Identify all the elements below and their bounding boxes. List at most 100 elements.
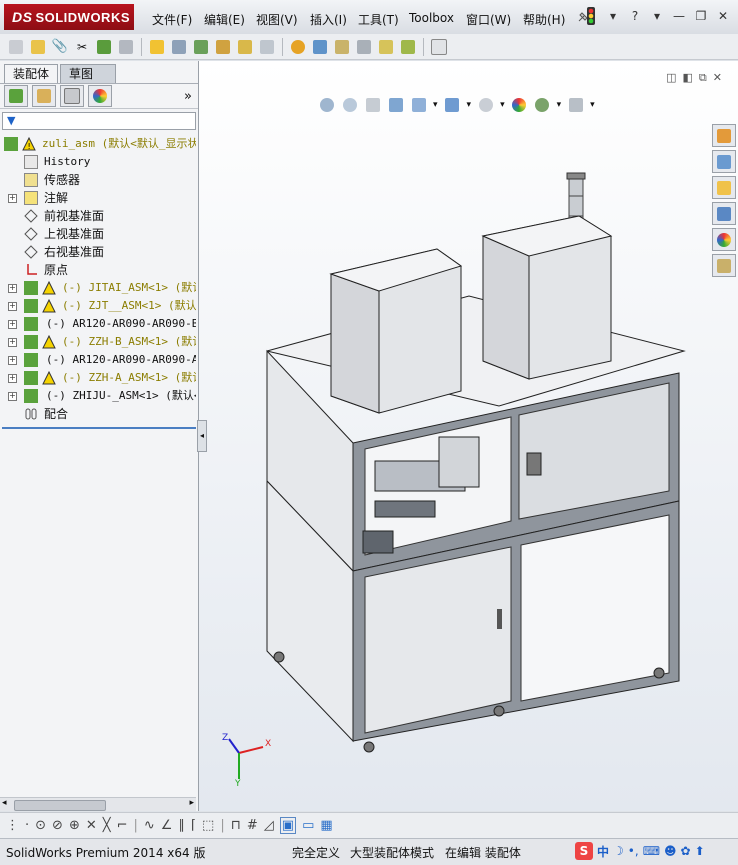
user-icon[interactable]: ☻ bbox=[664, 844, 677, 858]
open-folder-icon[interactable] bbox=[28, 37, 48, 57]
rebuild-icon[interactable] bbox=[147, 37, 167, 57]
move-component-icon[interactable] bbox=[213, 37, 233, 57]
box-3d-icon[interactable]: ▣ bbox=[279, 817, 297, 834]
panel-collapse-handle[interactable]: ◂ bbox=[197, 420, 207, 452]
paperclip-icon[interactable]: 📎 bbox=[50, 37, 70, 57]
dropdown-arrow-icon[interactable]: ▾ bbox=[557, 100, 562, 110]
polygon-icon[interactable]: ⊘ bbox=[52, 818, 63, 833]
tree-item-sensors[interactable]: 传感器 bbox=[0, 171, 196, 189]
new-document-icon[interactable] bbox=[6, 37, 26, 57]
scroll-right-icon[interactable]: ▸ bbox=[189, 798, 194, 808]
custom-properties-icon[interactable] bbox=[712, 254, 736, 277]
dimension-icon[interactable]: ⊓ bbox=[231, 818, 241, 833]
sketch-icon[interactable] bbox=[332, 37, 352, 57]
menu-window[interactable]: 窗口(W) bbox=[466, 11, 511, 28]
interference-icon[interactable] bbox=[398, 37, 418, 57]
file-explorer-icon[interactable] bbox=[712, 176, 736, 199]
sogou-ime-icon[interactable]: S bbox=[575, 842, 593, 860]
toolbox-icon[interactable] bbox=[429, 37, 449, 57]
horizontal-scrollbar[interactable]: ◂ ▸ bbox=[0, 797, 196, 811]
table-icon[interactable]: ▦ bbox=[320, 818, 332, 833]
tree-item-component[interactable]: + (-) ZZH-A_ASM<1> (默认< bbox=[0, 369, 196, 387]
tree-item-top-plane[interactable]: 上视基准面 bbox=[0, 225, 196, 243]
tree-item-component[interactable]: + (-) ZJT__ASM<1> (默认<显 bbox=[0, 297, 196, 315]
tree-root-assembly[interactable]: ! zuli_asm (默认<默认_显示状 bbox=[0, 135, 196, 153]
zoom-to-fit-icon[interactable] bbox=[318, 96, 335, 113]
menu-toolbox[interactable]: Toolbox bbox=[409, 11, 454, 25]
menu-edit[interactable]: 编辑(E) bbox=[204, 11, 245, 28]
rectangle-icon[interactable]: ▭ bbox=[302, 818, 314, 833]
property-manager-icon[interactable] bbox=[32, 85, 56, 107]
tree-item-component[interactable]: + (-) ZZH-B_ASM<1> (默认< bbox=[0, 333, 196, 351]
expand-icon[interactable]: + bbox=[8, 356, 17, 365]
keyboard-icon[interactable]: ⌨ bbox=[643, 844, 660, 858]
point-icon[interactable]: · bbox=[25, 818, 29, 833]
target-icon[interactable]: ⊕ bbox=[69, 818, 80, 833]
assembly-model[interactable] bbox=[199, 61, 738, 811]
help-icon[interactable]: ? bbox=[626, 8, 644, 24]
view-settings-icon[interactable] bbox=[567, 96, 584, 113]
rebuild-traffic-light-icon[interactable] bbox=[582, 7, 600, 25]
section-view-icon[interactable] bbox=[387, 96, 404, 113]
tab-sketch[interactable]: 草图 bbox=[60, 64, 116, 83]
rollback-bar[interactable] bbox=[2, 427, 196, 429]
solidworks-resources-icon[interactable] bbox=[712, 124, 736, 147]
assembly-features-icon[interactable] bbox=[310, 37, 330, 57]
smart-fasteners-icon[interactable] bbox=[235, 37, 255, 57]
tree-item-origin[interactable]: 原点 bbox=[0, 261, 196, 279]
expand-icon[interactable]: + bbox=[8, 302, 17, 311]
expand-icon[interactable]: + bbox=[8, 284, 17, 293]
dashed-box-icon[interactable]: ⬚ bbox=[202, 818, 214, 833]
expand-panel-icon[interactable]: » bbox=[184, 89, 192, 104]
punctuation-icon[interactable]: •, bbox=[628, 844, 639, 858]
menu-tools[interactable]: 工具(T) bbox=[358, 11, 399, 28]
dropdown-arrow-icon[interactable]: ▾ bbox=[648, 8, 666, 24]
edit-appearance-icon[interactable] bbox=[511, 96, 528, 113]
insert-component-icon[interactable] bbox=[94, 37, 114, 57]
expand-icon[interactable]: + bbox=[8, 374, 17, 383]
view-palette-icon[interactable] bbox=[712, 202, 736, 225]
parallel-icon[interactable]: ∥ bbox=[178, 818, 185, 833]
line-icon[interactable]: ╳ bbox=[103, 818, 111, 833]
menu-view[interactable]: 视图(V) bbox=[256, 11, 298, 28]
mate-icon[interactable] bbox=[116, 37, 136, 57]
previous-view-icon[interactable] bbox=[364, 96, 381, 113]
triangle-icon[interactable]: ◿ bbox=[264, 818, 274, 833]
skin-icon[interactable]: ✿ bbox=[681, 844, 691, 858]
moon-icon[interactable]: ☽ bbox=[613, 844, 624, 858]
apply-scene-icon[interactable] bbox=[534, 96, 551, 113]
options-icon[interactable] bbox=[169, 37, 189, 57]
tree-item-front-plane[interactable]: 前视基准面 bbox=[0, 207, 196, 225]
zoom-to-area-icon[interactable] bbox=[341, 96, 358, 113]
corner-icon[interactable]: ⌈ bbox=[191, 818, 196, 833]
tree-item-component[interactable]: + (-) AR120-AR090-AR090-B_AS bbox=[0, 315, 196, 333]
close-icon[interactable]: ✕ bbox=[714, 8, 732, 24]
display-style-icon[interactable] bbox=[444, 96, 461, 113]
angle-icon[interactable]: ∠ bbox=[161, 818, 173, 833]
configuration-manager-icon[interactable] bbox=[60, 85, 84, 107]
expand-icon[interactable]: + bbox=[8, 320, 17, 329]
graphics-area[interactable]: ◫ ◧ ⧉ ✕ X Z Y bbox=[199, 61, 738, 811]
cross-icon[interactable]: ✕ bbox=[86, 818, 97, 833]
display-manager-icon[interactable] bbox=[88, 85, 112, 107]
tangent-icon[interactable]: ∿ bbox=[144, 818, 155, 833]
cut-icon[interactable]: ✂ bbox=[72, 37, 92, 57]
grid-icon[interactable]: # bbox=[247, 818, 258, 833]
tab-assembly[interactable]: 装配体 bbox=[4, 64, 59, 83]
minimize-icon[interactable]: — bbox=[670, 8, 688, 24]
dropdown-arrow-icon[interactable]: ▾ bbox=[604, 8, 622, 24]
tree-item-component[interactable]: + (-) AR120-AR090-AR090-A_AS bbox=[0, 351, 196, 369]
scrollbar-thumb[interactable] bbox=[14, 800, 106, 811]
restore-icon[interactable]: ❐ bbox=[692, 8, 710, 24]
tree-item-right-plane[interactable]: 右视基准面 bbox=[0, 243, 196, 261]
dropdown-arrow-icon[interactable]: ▾ bbox=[467, 100, 472, 110]
component-pattern-icon[interactable] bbox=[191, 37, 211, 57]
appearances-icon[interactable] bbox=[712, 228, 736, 251]
tree-item-annotations[interactable]: + 注解 bbox=[0, 189, 196, 207]
menu-insert[interactable]: 插入(I) bbox=[310, 11, 347, 28]
filter-input[interactable]: ▼ bbox=[2, 112, 196, 130]
tree-item-mates[interactable]: 配合 bbox=[0, 405, 196, 423]
measure-icon[interactable] bbox=[376, 37, 396, 57]
expand-icon[interactable]: + bbox=[8, 194, 17, 203]
menu-file[interactable]: 文件(F) bbox=[152, 11, 192, 28]
